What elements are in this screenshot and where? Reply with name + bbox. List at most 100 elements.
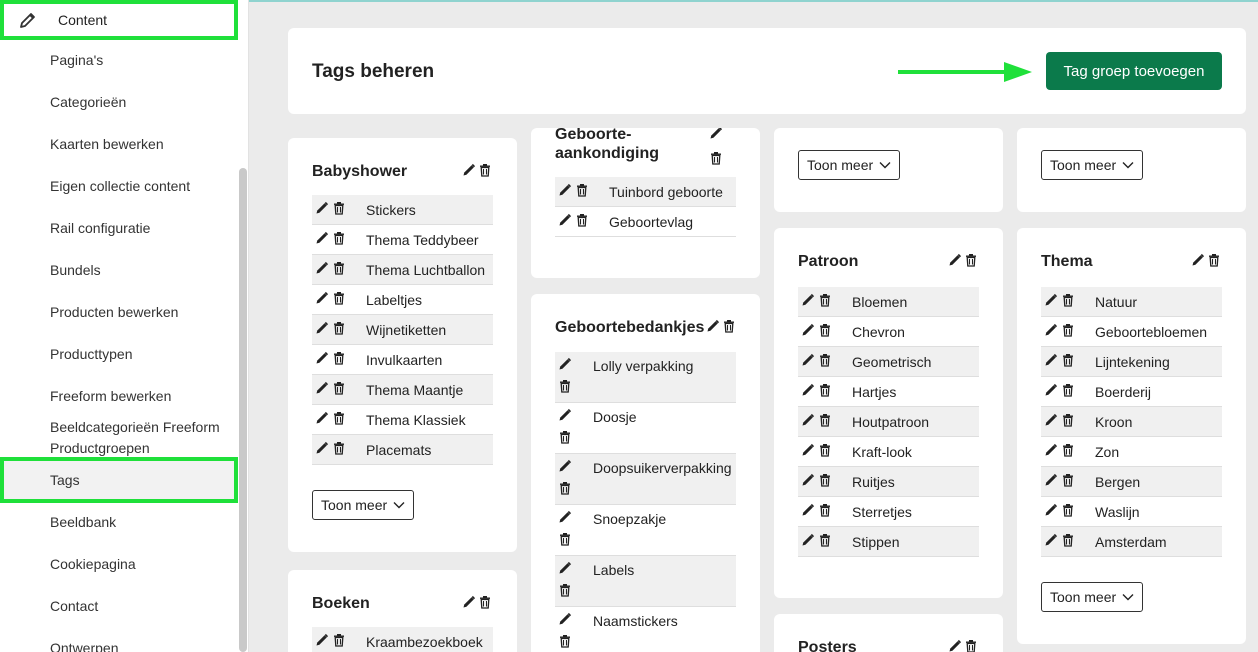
sidebar-item-contact[interactable]: Contact: [0, 585, 236, 627]
edit-tag-icon[interactable]: [801, 353, 815, 370]
show-more-button[interactable]: Toon meer: [1041, 150, 1144, 180]
delete-group-icon[interactable]: [478, 595, 492, 614]
delete-tag-icon[interactable]: [332, 201, 346, 218]
delete-tag-icon[interactable]: [575, 183, 589, 200]
add-tag-group-button[interactable]: Tag groep toevoegen: [1046, 52, 1222, 90]
delete-tag-icon[interactable]: [558, 583, 593, 600]
delete-tag-icon[interactable]: [1061, 323, 1075, 340]
delete-tag-icon[interactable]: [332, 411, 346, 428]
edit-tag-icon[interactable]: [1044, 533, 1058, 550]
edit-tag-icon[interactable]: [801, 443, 815, 460]
edit-tag-icon[interactable]: [1044, 413, 1058, 430]
delete-tag-icon[interactable]: [818, 443, 832, 460]
edit-tag-icon[interactable]: [315, 381, 329, 398]
delete-tag-icon[interactable]: [1061, 533, 1075, 550]
sidebar-item-producten-bewerken[interactable]: Producten bewerken: [0, 291, 236, 333]
delete-tag-icon[interactable]: [332, 351, 346, 368]
delete-tag-icon[interactable]: [332, 633, 346, 650]
delete-tag-icon[interactable]: [1061, 293, 1075, 310]
delete-tag-icon[interactable]: [1061, 443, 1075, 460]
edit-group-icon[interactable]: [709, 128, 723, 145]
delete-tag-icon[interactable]: [558, 481, 593, 498]
edit-tag-icon[interactable]: [315, 291, 329, 308]
sidebar-item-rail-configuratie[interactable]: Rail configuratie: [0, 207, 236, 249]
edit-group-icon[interactable]: [462, 595, 476, 614]
sidebar-item-cookiepagina[interactable]: Cookiepagina: [0, 543, 236, 585]
show-more-button[interactable]: Toon meer: [1041, 582, 1144, 612]
edit-tag-icon[interactable]: [801, 503, 815, 520]
delete-tag-icon[interactable]: [332, 441, 346, 458]
delete-tag-icon[interactable]: [818, 533, 832, 550]
delete-tag-icon[interactable]: [1061, 353, 1075, 370]
sidebar-item-freeform-bewerken[interactable]: Freeform bewerken: [0, 375, 236, 417]
delete-group-icon[interactable]: [1207, 253, 1221, 272]
edit-tag-icon[interactable]: [1044, 473, 1058, 490]
show-more-button[interactable]: Toon meer: [312, 490, 415, 520]
delete-tag-icon[interactable]: [558, 430, 593, 447]
edit-group-icon[interactable]: [948, 639, 962, 652]
delete-tag-icon[interactable]: [1061, 413, 1075, 430]
delete-tag-icon[interactable]: [575, 213, 589, 230]
sidebar-item-bundels[interactable]: Bundels: [0, 249, 236, 291]
edit-tag-icon[interactable]: [558, 183, 572, 200]
delete-tag-icon[interactable]: [818, 293, 832, 310]
edit-tag-icon[interactable]: [1044, 323, 1058, 340]
edit-tag-icon[interactable]: [801, 383, 815, 400]
edit-tag-icon[interactable]: [315, 321, 329, 338]
edit-tag-icon[interactable]: [315, 633, 329, 650]
sidebar-item-ontwerpen[interactable]: Ontwerpen: [0, 627, 236, 652]
sidebar-item-kaarten-bewerken[interactable]: Kaarten bewerken: [0, 123, 236, 165]
delete-tag-icon[interactable]: [818, 323, 832, 340]
sidebar-item-tags[interactable]: Tags: [0, 457, 238, 503]
delete-tag-icon[interactable]: [332, 381, 346, 398]
sidebar-item-categorieen[interactable]: Categorieën: [0, 81, 236, 123]
edit-tag-icon[interactable]: [801, 473, 815, 490]
edit-tag-icon[interactable]: [801, 413, 815, 430]
delete-tag-icon[interactable]: [1061, 503, 1075, 520]
delete-tag-icon[interactable]: [818, 413, 832, 430]
delete-tag-icon[interactable]: [1061, 473, 1075, 490]
sidebar-item-eigen-collectie-content[interactable]: Eigen collectie content: [0, 165, 236, 207]
edit-tag-icon[interactable]: [1044, 443, 1058, 460]
sidebar-item-beeldbank[interactable]: Beeldbank: [0, 501, 236, 543]
edit-tag-icon[interactable]: [1044, 383, 1058, 400]
delete-tag-icon[interactable]: [332, 321, 346, 338]
show-more-button[interactable]: Toon meer: [798, 150, 901, 180]
edit-tag-icon[interactable]: [558, 408, 593, 425]
delete-tag-icon[interactable]: [818, 503, 832, 520]
edit-group-icon[interactable]: [462, 163, 476, 182]
edit-tag-icon[interactable]: [1044, 293, 1058, 310]
edit-tag-icon[interactable]: [558, 213, 572, 230]
edit-tag-icon[interactable]: [801, 533, 815, 550]
delete-tag-icon[interactable]: [558, 532, 593, 549]
sidebar-item-content[interactable]: Content: [0, 0, 238, 40]
edit-tag-icon[interactable]: [315, 231, 329, 248]
delete-tag-icon[interactable]: [1061, 383, 1075, 400]
delete-tag-icon[interactable]: [818, 383, 832, 400]
sidebar-item-producttypen[interactable]: Producttypen: [0, 333, 236, 375]
edit-group-icon[interactable]: [706, 319, 720, 338]
delete-tag-icon[interactable]: [332, 231, 346, 248]
delete-tag-icon[interactable]: [558, 634, 593, 651]
edit-tag-icon[interactable]: [558, 459, 593, 476]
edit-group-icon[interactable]: [1191, 253, 1205, 272]
delete-tag-icon[interactable]: [558, 379, 593, 396]
edit-tag-icon[interactable]: [315, 441, 329, 458]
delete-tag-icon[interactable]: [332, 261, 346, 278]
edit-tag-icon[interactable]: [801, 293, 815, 310]
sidebar-item-beeldcategorieen-freeform[interactable]: Beeldcategorieën Freeform Productgroepen: [0, 413, 236, 459]
delete-tag-icon[interactable]: [818, 473, 832, 490]
edit-tag-icon[interactable]: [315, 351, 329, 368]
edit-tag-icon[interactable]: [558, 612, 593, 629]
delete-group-icon[interactable]: [964, 639, 978, 652]
delete-tag-icon[interactable]: [332, 291, 346, 308]
edit-tag-icon[interactable]: [801, 323, 815, 340]
edit-tag-icon[interactable]: [558, 510, 593, 527]
edit-tag-icon[interactable]: [315, 261, 329, 278]
delete-group-icon[interactable]: [722, 319, 736, 338]
delete-group-icon[interactable]: [709, 151, 723, 170]
edit-tag-icon[interactable]: [1044, 353, 1058, 370]
delete-group-icon[interactable]: [964, 253, 978, 272]
edit-group-icon[interactable]: [948, 253, 962, 272]
delete-tag-icon[interactable]: [818, 353, 832, 370]
